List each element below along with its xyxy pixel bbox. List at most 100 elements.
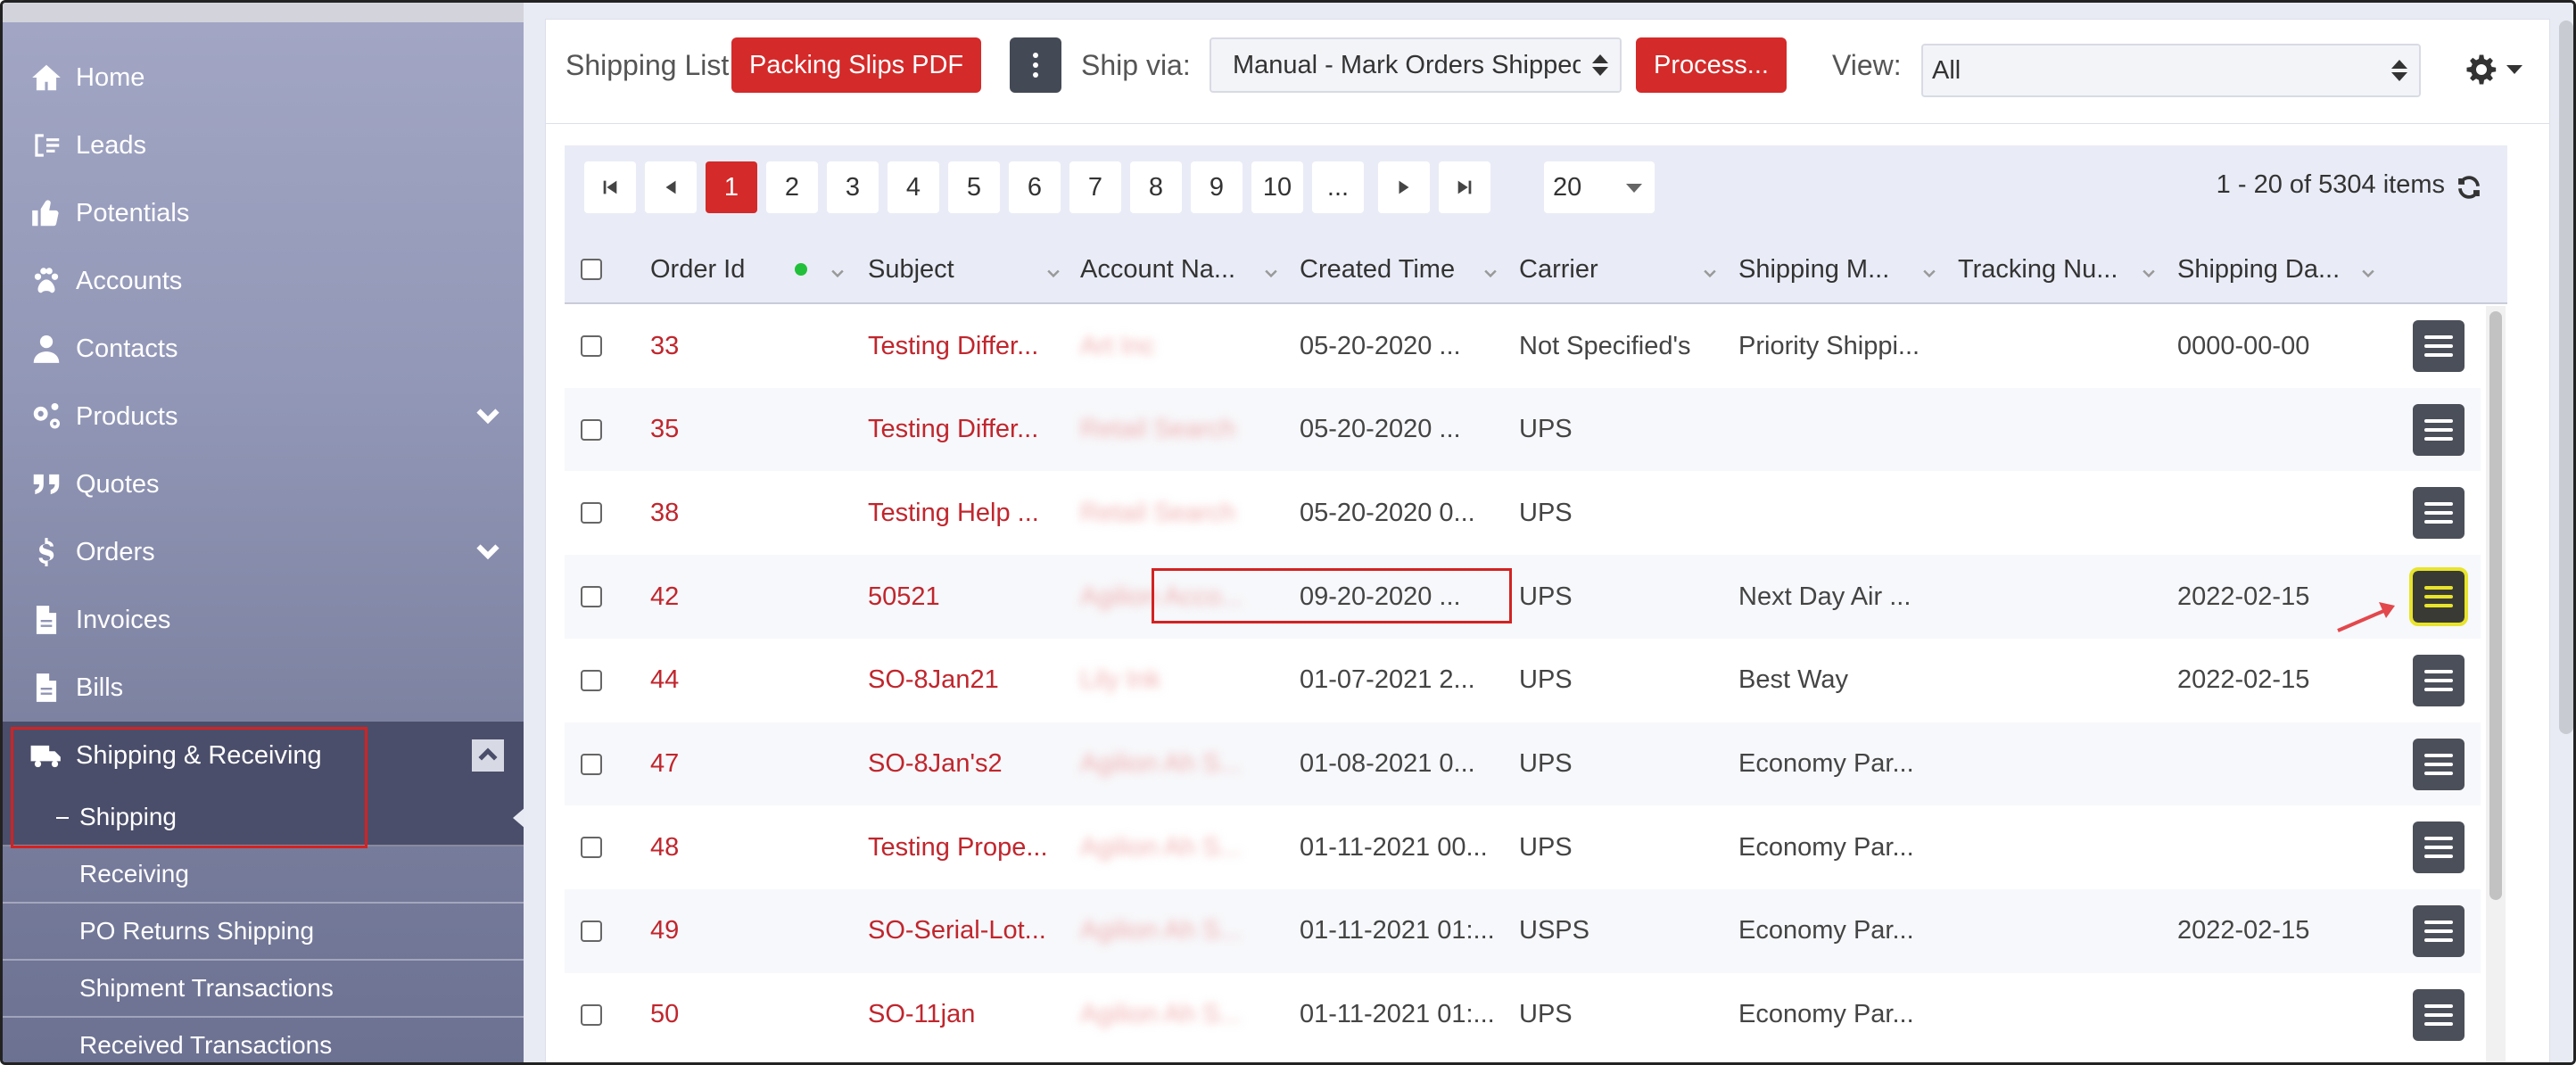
table-row[interactable]: 50 SO-11jan Agilion Ah S... 01-11-2021 01:.…	[565, 972, 2481, 1057]
cell-order-id[interactable]: 35	[650, 388, 679, 472]
ship-via-select[interactable]: Manual - Mark Orders Shipped	[1210, 37, 1622, 93]
sidebar-item-orders[interactable]: Orders	[3, 518, 524, 586]
sidebar-subitem-received-transactions[interactable]: Received Transactions	[3, 1018, 524, 1062]
sidebar-item-contacts[interactable]: Contacts	[3, 315, 524, 383]
scrollbar-thumb[interactable]	[2489, 311, 2502, 900]
cell-subject[interactable]: Testing Prope...	[868, 805, 1048, 889]
cell-subject[interactable]: 50521	[868, 555, 940, 639]
file-icon	[24, 603, 69, 637]
cell-subject[interactable]: SO-11jan	[868, 973, 975, 1057]
prev-page-button[interactable]	[645, 161, 697, 213]
column-subject[interactable]: Subject	[868, 235, 1073, 304]
page-4[interactable]: 4	[888, 161, 939, 213]
cell-order-id[interactable]: 44	[650, 639, 679, 722]
page-6[interactable]: 6	[1009, 161, 1061, 213]
column-tracking-number[interactable]: Tracking Nu...	[1958, 235, 2168, 304]
table-row[interactable]: 33 Testing Differ... Art Inc 05-20-2020 ...…	[565, 304, 2481, 388]
column-account-name[interactable]: Account Na...	[1080, 235, 1291, 304]
row-menu-button[interactable]	[2413, 821, 2465, 874]
cell-order-id[interactable]: 47	[650, 722, 679, 806]
row-checkbox[interactable]	[581, 805, 602, 889]
row-checkbox[interactable]	[581, 722, 602, 806]
packing-slips-button[interactable]: Packing Slips PDF	[731, 37, 982, 93]
next-page-button[interactable]	[1378, 161, 1430, 213]
process-button[interactable]: Process...	[1636, 37, 1787, 93]
page-7[interactable]: 7	[1069, 161, 1121, 213]
page-9[interactable]: 9	[1191, 161, 1243, 213]
last-page-button[interactable]	[1439, 161, 1490, 213]
page-more[interactable]: ...	[1312, 161, 1364, 213]
cell-subject[interactable]: Testing Differ...	[868, 388, 1038, 472]
row-menu-button[interactable]	[2413, 738, 2465, 790]
row-checkbox[interactable]	[581, 388, 602, 472]
row-menu-button[interactable]	[2413, 654, 2465, 706]
sidebar-item-products[interactable]: Products	[3, 383, 524, 450]
cell-order-id[interactable]: 48	[650, 805, 679, 889]
settings-button[interactable]	[2465, 54, 2522, 86]
row-menu-button[interactable]	[2413, 403, 2465, 456]
row-checkbox[interactable]	[581, 889, 602, 973]
table-row[interactable]: 48 Testing Prope... Agilion Ah S... 01-11-2…	[565, 805, 2481, 890]
row-menu-button[interactable]	[2413, 487, 2465, 540]
sidebar-subitem-po-returns[interactable]: PO Returns Shipping	[3, 904, 524, 961]
cell-order-id[interactable]: 38	[650, 471, 679, 555]
column-shipping-method[interactable]: Shipping M...	[1738, 235, 1949, 304]
view-select[interactable]: All	[1921, 43, 2421, 98]
cell-subject[interactable]: SO-8Jan21	[868, 639, 999, 722]
cell-carrier: UPS	[1519, 415, 1573, 444]
cell-order-id[interactable]: 42	[650, 555, 679, 639]
page-scrollbar[interactable]	[2559, 21, 2573, 734]
row-menu-button[interactable]	[2413, 904, 2465, 957]
page-2[interactable]: 2	[766, 161, 818, 213]
row-checkbox[interactable]	[581, 471, 602, 555]
table-row[interactable]: 38 Testing Help ... Retail Search 05-20-202…	[565, 471, 2481, 556]
sidebar-item-label: Potentials	[76, 198, 190, 227]
cell-subject[interactable]: SO-Serial-Lot...	[868, 889, 1046, 973]
column-created-time[interactable]: Created Time	[1300, 235, 1510, 304]
page-3[interactable]: 3	[827, 161, 879, 213]
row-menu-button[interactable]	[2413, 988, 2465, 1041]
more-options-button[interactable]	[1010, 37, 1061, 93]
sidebar-subitem-shipment-transactions[interactable]: Shipment Transactions	[3, 961, 524, 1018]
table-scrollbar[interactable]	[2486, 306, 2506, 1062]
row-checkbox[interactable]	[581, 639, 602, 722]
column-carrier[interactable]: Carrier	[1519, 235, 1730, 304]
column-shipping-date[interactable]: Shipping Da...	[2177, 235, 2388, 304]
chevron-up-icon[interactable]	[472, 739, 504, 772]
first-page-button[interactable]	[584, 161, 636, 213]
sidebar-item-leads[interactable]: Leads	[3, 111, 524, 179]
cell-subject[interactable]: Testing Help ...	[868, 471, 1039, 555]
row-menu-button[interactable]	[2409, 567, 2468, 627]
refresh-button[interactable]	[2456, 174, 2482, 205]
sidebar-item-accounts[interactable]: Accounts	[3, 247, 524, 315]
row-checkbox[interactable]	[581, 304, 602, 388]
sidebar-item-invoices[interactable]: Invoices	[3, 586, 524, 654]
row-menu-button[interactable]	[2413, 320, 2465, 372]
cell-order-id[interactable]: 50	[650, 973, 679, 1057]
cell-order-id[interactable]: 33	[650, 304, 679, 388]
page-5[interactable]: 5	[948, 161, 1000, 213]
sidebar-item-home[interactable]: Home	[3, 44, 524, 111]
table-row[interactable]: 44 SO-8Jan21 Lily Ink 01-07-2021 2... UPS Bes…	[565, 638, 2481, 722]
cell-subject[interactable]: Testing Differ...	[868, 304, 1038, 388]
cell-order-id[interactable]: 49	[650, 889, 679, 973]
table-row[interactable]: 47 SO-8Jan's2 Agilion Ah S... 01-08-2021 0.…	[565, 722, 2481, 806]
table-row[interactable]: 42 50521 Agilion Acco... 09-20-2020 ... UPS N…	[565, 555, 2481, 640]
cell-subject[interactable]: SO-8Jan's2	[868, 722, 1003, 806]
page-8[interactable]: 8	[1130, 161, 1182, 213]
column-order-id[interactable]: Order Id	[650, 235, 857, 304]
page-10[interactable]: 10	[1251, 161, 1303, 213]
sidebar-item-bills[interactable]: Bills	[3, 654, 524, 722]
row-checkbox[interactable]	[581, 973, 602, 1057]
sidebar-item-potentials[interactable]: Potentials	[3, 179, 524, 247]
sidebar-subitem-receiving[interactable]: Receiving	[3, 846, 524, 904]
row-checkbox[interactable]	[581, 555, 602, 639]
table-row[interactable]: 35 Testing Differ... Retail Search 05-20-20…	[565, 387, 2481, 472]
sort-icon	[2140, 260, 2158, 289]
page-1[interactable]: 1	[706, 161, 757, 213]
table-row[interactable]: 49 SO-Serial-Lot... Agilion Ah S... 01-11-2…	[565, 888, 2481, 973]
column-label: Shipping M...	[1738, 254, 1890, 284]
select-all-checkbox[interactable]	[581, 235, 602, 304]
page-size-select[interactable]: 20	[1544, 161, 1655, 213]
sidebar-item-quotes[interactable]: Quotes	[3, 450, 524, 518]
